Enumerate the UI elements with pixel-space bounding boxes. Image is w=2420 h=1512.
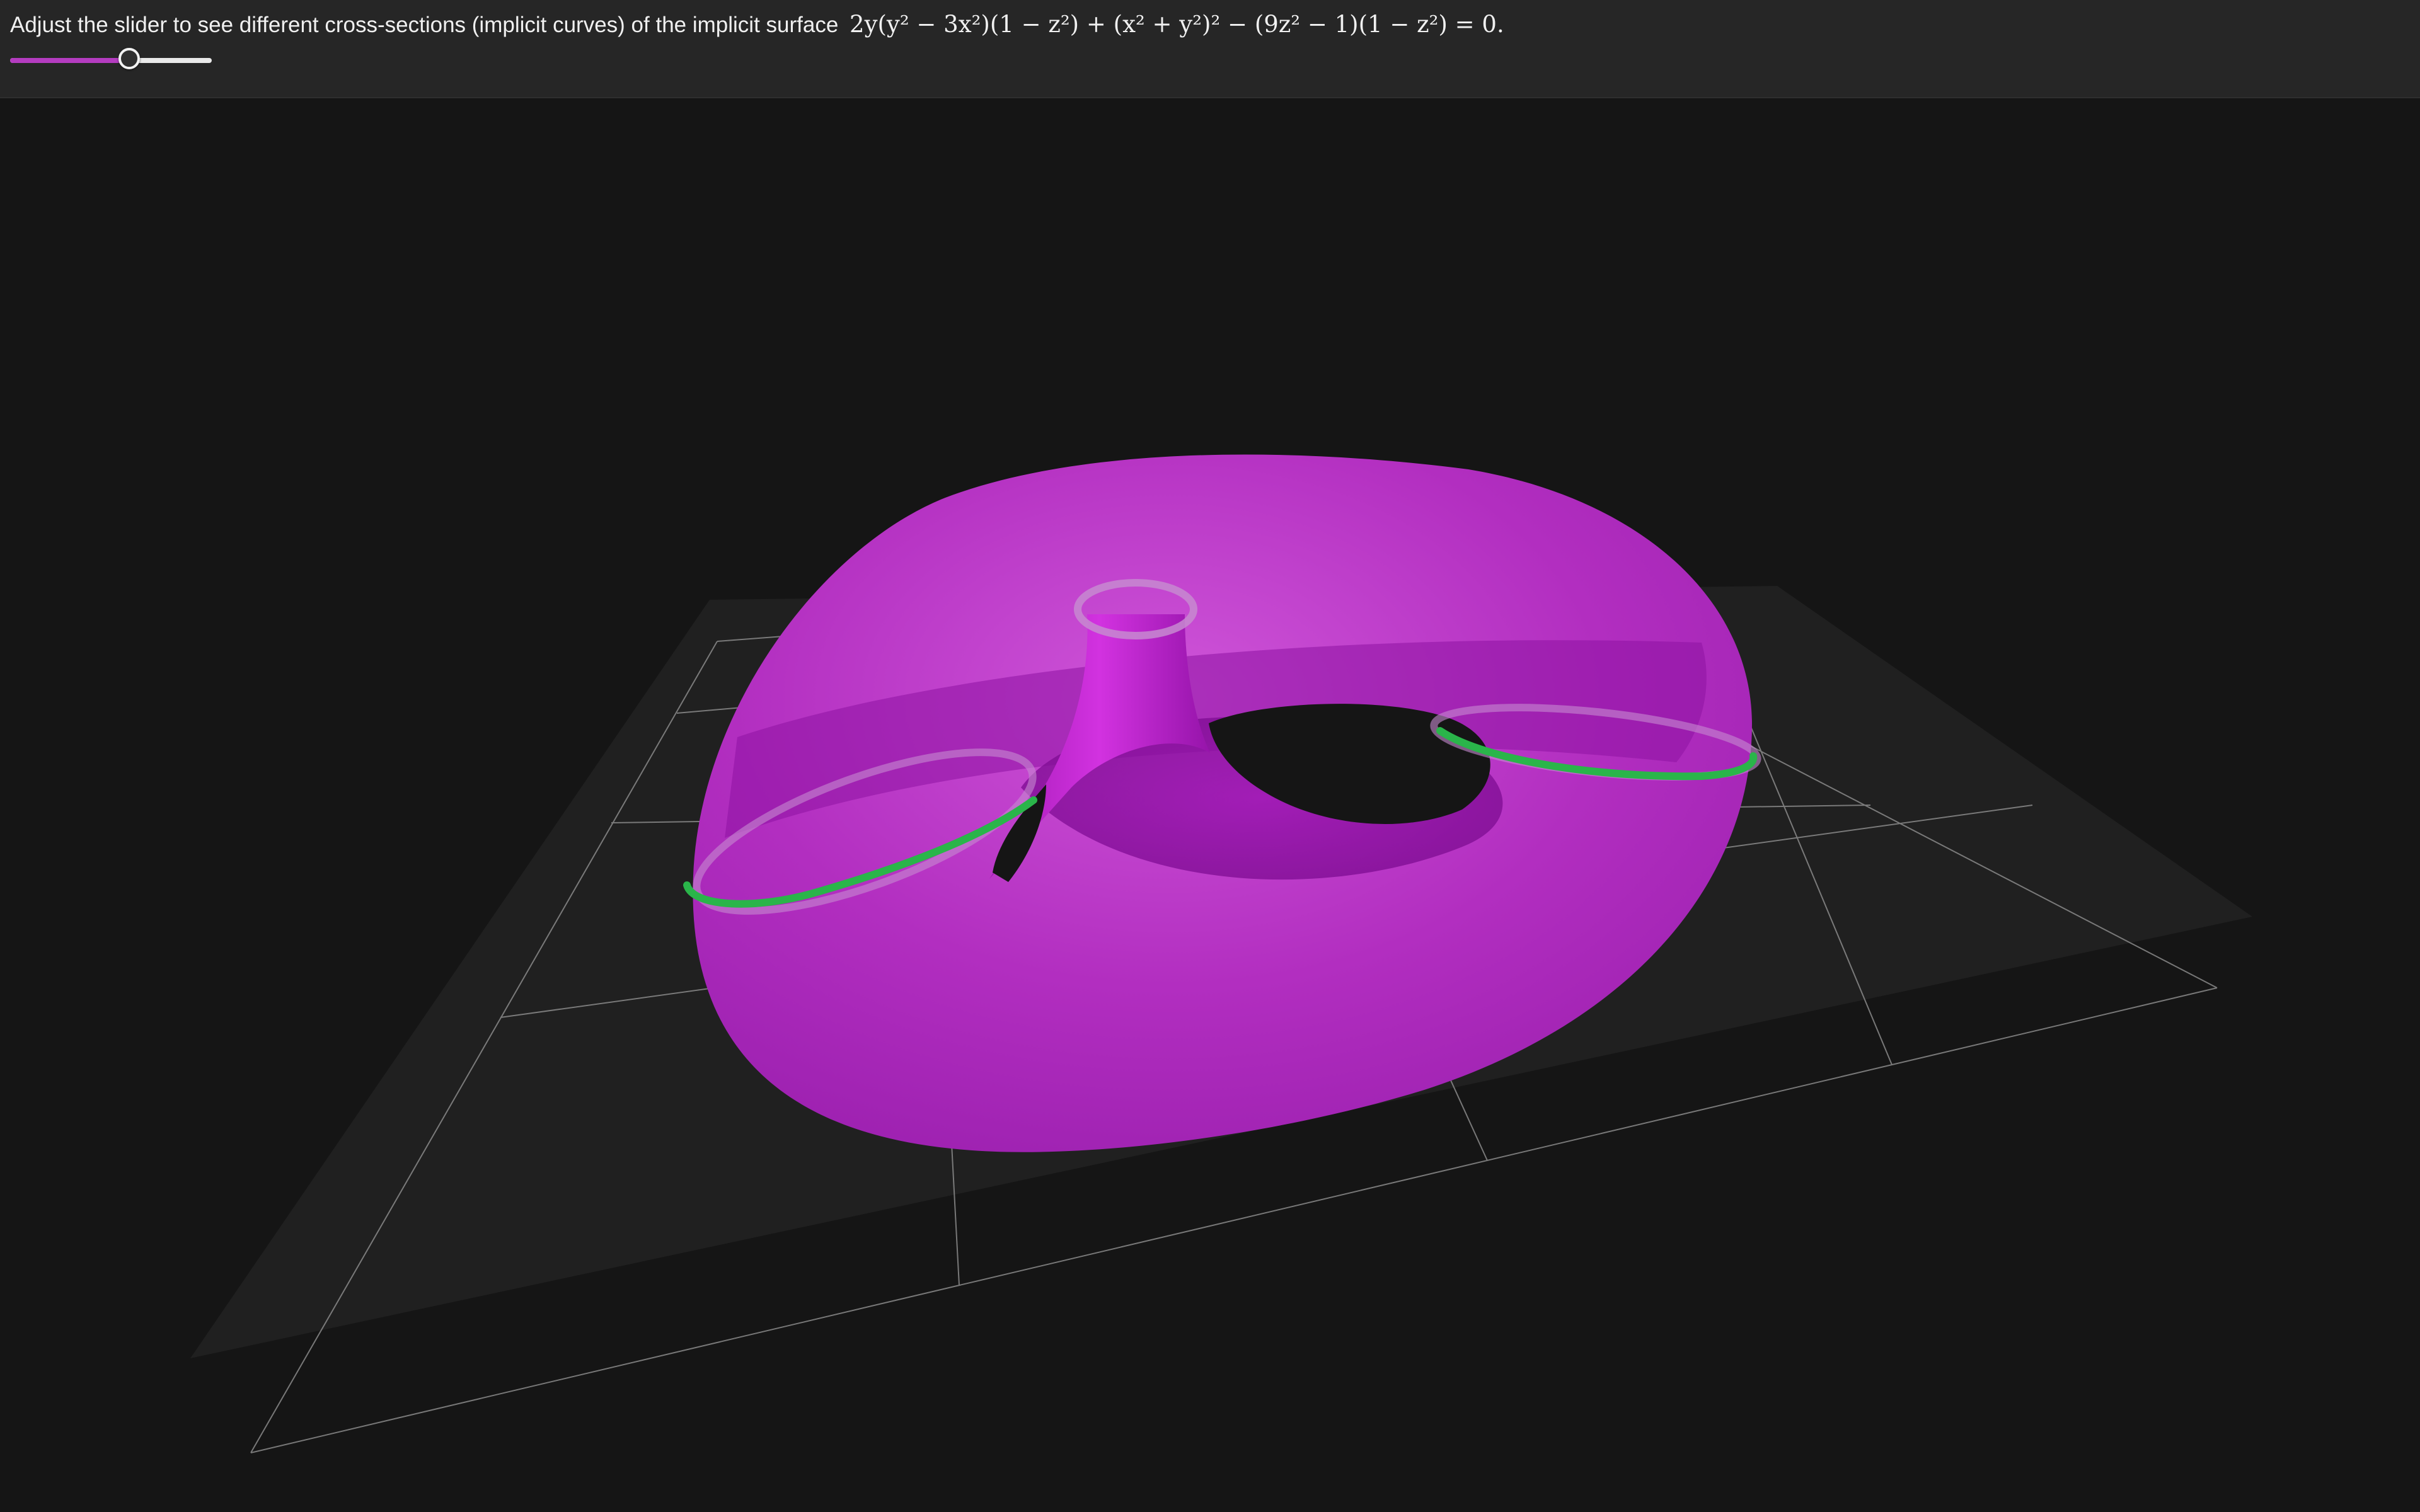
instruction-text: Adjust the slider to see different cross…: [10, 9, 1504, 41]
toolbar: Adjust the slider to see different cross…: [0, 0, 2420, 98]
slider-fill: [10, 58, 129, 63]
slider-thumb[interactable]: [118, 48, 140, 69]
3d-viewport[interactable]: [0, 98, 2420, 1512]
instruction-prefix: Adjust the slider to see different cross…: [10, 13, 839, 37]
surface-equation: 2y(y² − 3x²)(1 − z²) + (x² + y²)² − (9z²…: [850, 11, 1504, 38]
cross-section-slider[interactable]: [10, 48, 212, 69]
scene-canvas[interactable]: [0, 98, 2420, 1512]
